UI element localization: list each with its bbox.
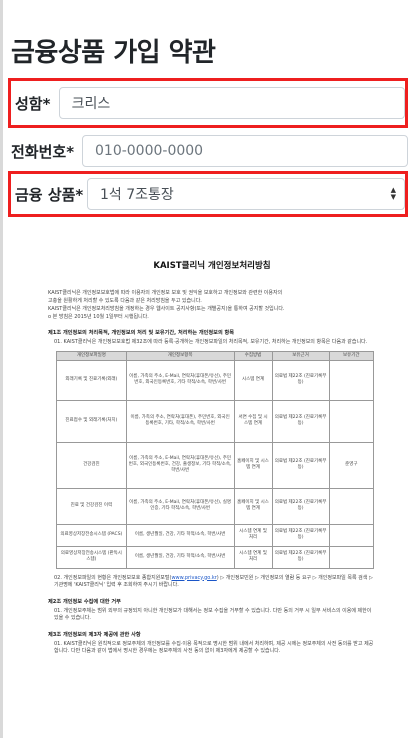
table-cell bbox=[328, 487, 375, 525]
table-row: 의료영상저장전송시스템 (PACS) 이름, 생년월일, 건강, 기타 학적/소… bbox=[56, 523, 375, 547]
table-cell: 홈페이지 및 시스템 연계 bbox=[233, 487, 273, 525]
table-row: 외래기록 및 진료기록(외래) 이름, 가족의 주소, E-Mail, 연락처(… bbox=[56, 359, 375, 401]
phone-field[interactable]: 010-0000-0000 bbox=[82, 135, 408, 167]
table-header-row: 개인정보파일명 개인정보항목 수집방법 보유근거 보유기간 bbox=[56, 350, 375, 361]
table-cell: 홈페이지 및 시스템 연계 bbox=[233, 441, 273, 489]
table-cell: 준영구 bbox=[328, 441, 375, 489]
name-field[interactable]: 크리스 bbox=[58, 87, 405, 119]
product-row: 금융 상품* 1석 7조통장 ▲ ▼ bbox=[8, 171, 408, 217]
table-cell bbox=[328, 545, 375, 569]
table-cell: 진료접수 및 외래기록(처치) bbox=[56, 399, 127, 443]
table-cell: 진료 및 건강검진 이력 bbox=[56, 487, 127, 525]
table-cell: 의료영상저장전송시스템 (판독시스템) bbox=[56, 545, 127, 569]
privacy-portal-link[interactable]: www.privacy.go.kr bbox=[171, 575, 216, 581]
document-intro: KAIST클리닉은 개인정보보호법에 따라 이용자의 개인정보 보호 및 권익을… bbox=[36, 289, 388, 321]
table-row: 의료영상저장전송시스템 (판독시스템) 이름, 생년월일, 건강, 기타 학적/… bbox=[56, 545, 375, 569]
table-cell: 건강검진 bbox=[56, 441, 127, 489]
table-header-cell: 수집방법 bbox=[233, 350, 273, 361]
table-cell: 서면 수집 및 시스템 연계 bbox=[233, 399, 273, 443]
table-header-cell: 보유기간 bbox=[328, 350, 375, 361]
section-text: 01. 개인정보주체는 범위 외부의 규정되지 아니한 개인정보가 대해서는 정… bbox=[54, 607, 372, 622]
table-cell: 시스템 연계 및 처리 bbox=[233, 545, 273, 569]
select-arrows-icon: ▲ ▼ bbox=[390, 186, 396, 201]
table-cell: 이름, 생년월일, 건강, 기타 학적/소속, 학번/사번 bbox=[125, 545, 235, 569]
intro-line: KAIST클리닉은 개인정보처리방침을 개정하는 경우 웹사이트 공지사항(또는… bbox=[48, 306, 285, 312]
table-row: 건강검진 이름, 가족의 주소, E-Mail, 연락처(휴대폰/유선), 주민… bbox=[56, 441, 375, 489]
table-cell: 의료법 제22조 (진료기록부 등) bbox=[271, 359, 330, 401]
table-cell: 시스템 연계 bbox=[233, 359, 273, 401]
table-cell: 이름, 가족의 주소, E-Mail, 연락처(휴대폰/유선), 주민번호, 외… bbox=[125, 359, 235, 401]
document-title: KAIST클리닉 개인정보처리방침 bbox=[153, 261, 271, 271]
table-header-cell: 개인정보파일명 bbox=[56, 350, 127, 361]
name-label: 성함* bbox=[15, 94, 51, 113]
table-row: 진료접수 및 외래기록(처치) 이름, 가족의 주소, 연락처(휴대폰), 주민… bbox=[56, 399, 375, 443]
intro-line: KAIST클리닉은 개인정보보호법에 따라 이용자의 개인정보 보호 및 권익을… bbox=[48, 290, 283, 296]
table-cell bbox=[328, 523, 375, 547]
product-select[interactable]: 1석 7조통장 ▲ ▼ bbox=[87, 178, 405, 210]
section-heading: 제3조 개인정보의 제3자 제공에 관한 사항 bbox=[48, 631, 141, 638]
intro-line: о 본 방침은 2015년 10월 1일부터 시행됩니다. bbox=[48, 314, 149, 320]
section-text: 01. KAIST클리닉은 개인정보보호법 제32조에 따라 등록·공개하는 개… bbox=[54, 339, 368, 345]
table-cell: 이름, 생년월일, 건강, 기타 학적/소속, 학번/사번 bbox=[125, 523, 235, 547]
table-cell: 의료법 제22조 (진료기록부 등) bbox=[271, 399, 330, 443]
privacy-file-table: 개인정보파일명 개인정보항목 수집방법 보유근거 보유기간 외래기록 및 진료기… bbox=[56, 350, 375, 569]
table-cell bbox=[328, 399, 375, 443]
table-row: 진료 및 건강검진 이력 이름, 가족의 주소, E-Mail, 연락처(휴대폰… bbox=[56, 487, 375, 525]
table-cell: 의료법 제22조 (진료기록부 등) bbox=[271, 441, 330, 489]
product-label: 금융 상품* bbox=[15, 185, 84, 204]
table-cell: 이름, 가족의 주소, E-Mail, 연락처(휴대폰/유선), 실명인증, 기… bbox=[125, 487, 235, 525]
note-paragraph: 02. 개인정보파일의 현황은 개인정보보호 종합지원포털(www.privac… bbox=[36, 575, 388, 590]
table-cell: 의료영상저장전송시스템 (PACS) bbox=[56, 523, 127, 547]
table-cell: 의료법 제22조 (진료기록부 등) bbox=[271, 545, 330, 569]
intro-line: 고충을 원활하게 처리할 수 있도록 다음과 같은 처리방침을 두고 있습니다. bbox=[48, 298, 202, 304]
window-left-edge bbox=[0, 0, 3, 738]
table-header-cell: 보유근거 bbox=[271, 350, 330, 361]
table-cell: 이름, 가족의 주소, 연락처(휴대폰), 주민번호, 외국인등록번호, 기타,… bbox=[125, 399, 235, 443]
name-row: 성함* 크리스 bbox=[8, 78, 408, 128]
section-heading: 제1조 개인정보의 처리목적, 개인정보의 처리 및 보유기간, 처리하는 개인… bbox=[48, 330, 235, 336]
phone-label: 전화번호* bbox=[11, 142, 75, 161]
phone-row: 전화번호* 010-0000-0000 bbox=[8, 133, 408, 169]
section-heading: 제2조 개인정보 수집에 대한 거부 bbox=[48, 598, 121, 605]
table-cell: 시스템 연계 및 처리 bbox=[233, 523, 273, 547]
note-prefix: 02. 개인정보파일의 현황은 개인정보보호 종합지원포털( bbox=[54, 574, 172, 581]
page-title: 금융상품 가입 약관 bbox=[11, 38, 216, 68]
section-text: 01. KAIST클리닉은 원칙적으로 정보주체의 개인정보를 수집·이용 목적… bbox=[54, 640, 374, 655]
table-cell: 의료법 제22조 (진료기록부 등) bbox=[271, 487, 330, 525]
table-cell: 의료법 제22조 (진료기록부 등) bbox=[271, 523, 330, 547]
table-header-cell: 개인정보항목 bbox=[125, 350, 235, 361]
policy-document: KAIST클리닉 개인정보처리방침 KAIST클리닉은 개인정보보호법에 따라 … bbox=[36, 246, 388, 716]
phone-placeholder: 010-0000-0000 bbox=[95, 143, 204, 159]
table-cell: 이름, 가족의 주소, E-Mail, 연락처(휴대폰/유선), 주민번호, 외… bbox=[125, 441, 235, 489]
name-value: 크리스 bbox=[71, 96, 111, 112]
table-cell: 외래기록 및 진료기록(외래) bbox=[56, 359, 127, 401]
table-cell bbox=[328, 359, 375, 401]
product-selected-value: 1석 7조통장 bbox=[100, 187, 174, 203]
